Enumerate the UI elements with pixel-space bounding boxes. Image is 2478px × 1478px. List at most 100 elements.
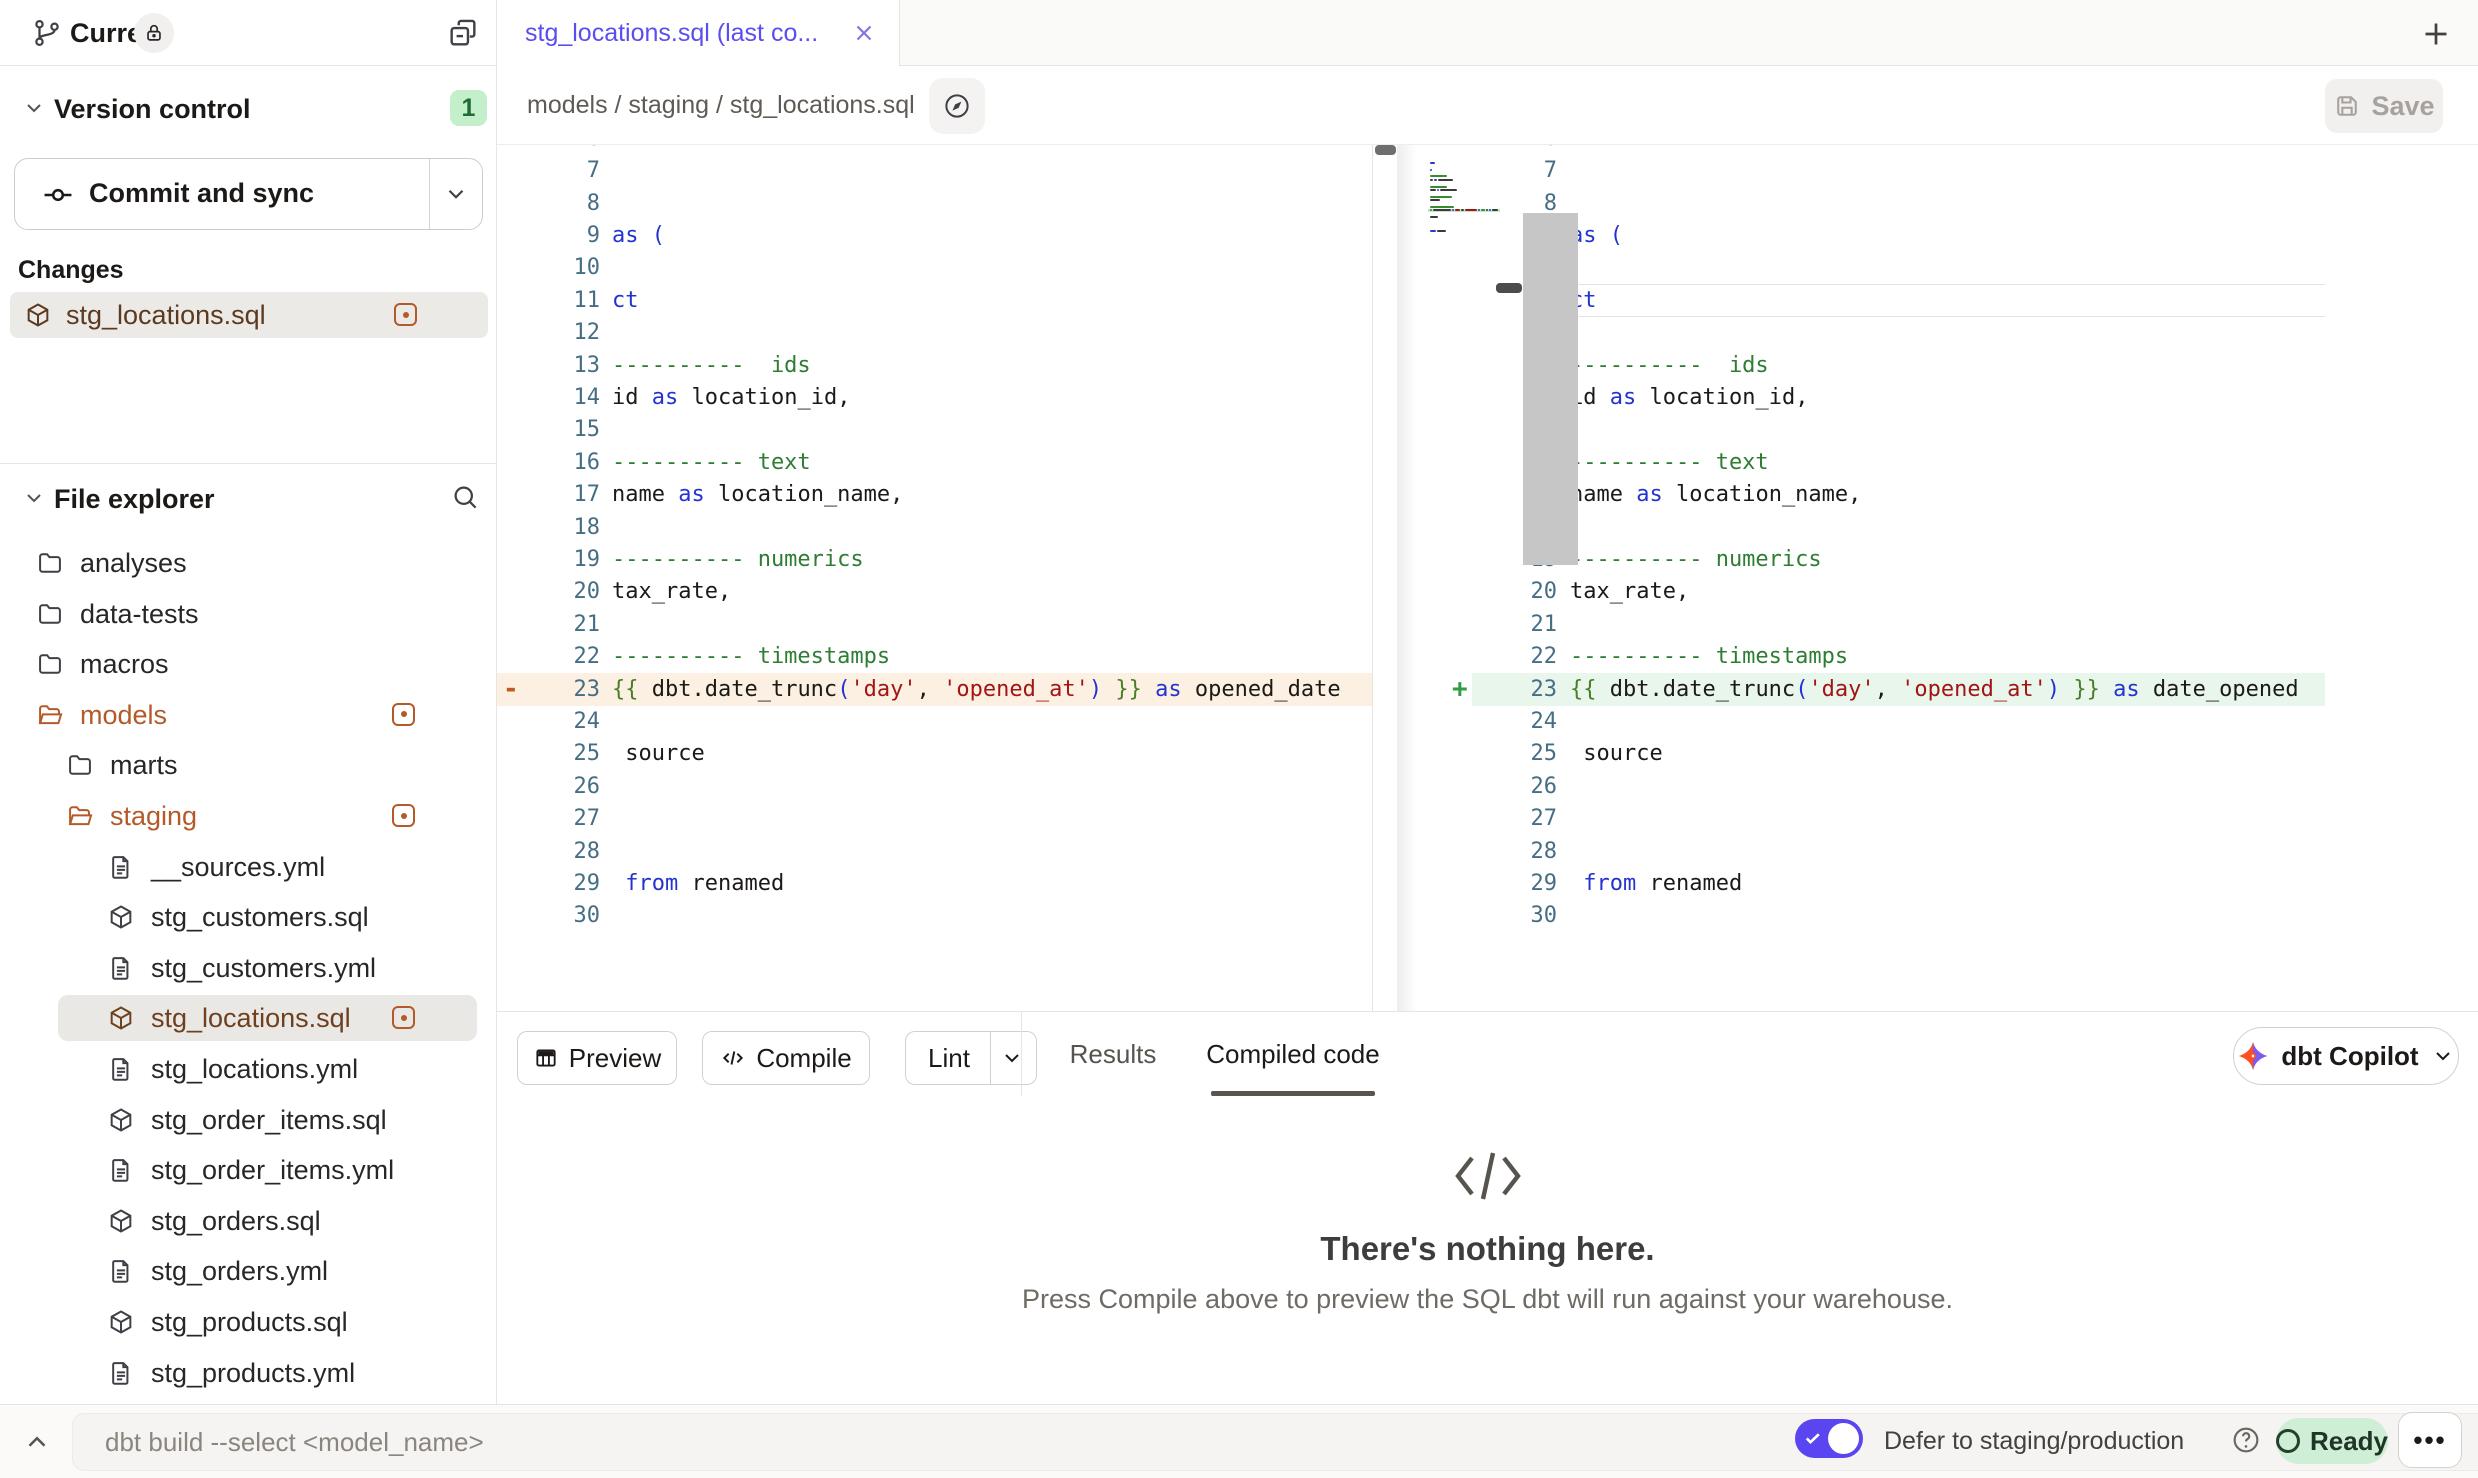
code-line-8[interactable]: 8 [497,187,1372,220]
file-explorer-item-stg_locations.sql[interactable]: stg_locations.sql [0,993,495,1043]
preview-button[interactable]: Preview [517,1031,677,1085]
code-line-26[interactable]: 26 [497,770,1372,803]
code-line-11[interactable]: 11ct [497,284,1372,317]
code-line-25[interactable]: 25 source [1397,737,2478,770]
file-explorer-item-stg_customers.sql[interactable]: stg_customers.sql [0,892,495,942]
copilot-button[interactable]: dbt Copilot [2233,1027,2459,1085]
code-line-21[interactable]: 21 [1397,608,2478,641]
line-number: 27 [1397,802,1557,835]
save-button[interactable]: Save [2325,79,2443,133]
folder-open-icon [66,802,94,830]
editor-minimap[interactable] [1428,151,1502,271]
changed-file-row[interactable]: stg_locations.sql [10,292,488,338]
code-line-24[interactable]: 24 [497,705,1372,738]
code-line-18[interactable]: 18 [497,511,1372,544]
empty-subtitle: Press Compile above to preview the SQL d… [497,1284,2478,1315]
code-line-28[interactable]: 28 [1397,835,2478,868]
file-explorer-item-data-tests[interactable]: data-tests [0,589,495,639]
code-line-22[interactable]: 22---------- timestamps [1397,640,2478,673]
editor-scrollbar-thumb[interactable] [1523,213,1578,565]
save-icon [2333,92,2361,120]
tab-compiled-code[interactable]: Compiled code [1206,1012,1379,1097]
code-line-30[interactable]: 30 [1397,899,2478,932]
code-line-27[interactable]: 27 [1397,802,2478,835]
chevron-up-icon[interactable] [22,1427,52,1457]
file-explorer-item-stg_orders.sql[interactable]: stg_orders.sql [0,1196,495,1246]
file-explorer-item-stg_locations.yml[interactable]: stg_locations.yml [0,1044,495,1094]
code-line-21[interactable]: 21 [497,608,1372,641]
defer-label: Defer to staging/production [1884,1404,2184,1478]
file-label: stg_order_items.yml [151,1145,394,1195]
code-line-22[interactable]: 22---------- timestamps [497,640,1372,673]
chevron-down-icon[interactable] [443,181,469,207]
diff-left-pane[interactable]: 6789as (1011ct1213---------- ids14id as … [497,145,1372,1011]
code-line-7[interactable]: 7 [1397,154,2478,187]
more-options-button[interactable]: ••• [2398,1412,2462,1468]
line-number: 30 [497,899,600,932]
code-line-25[interactable]: 25 source [497,737,1372,770]
tab-stg-locations[interactable]: stg_locations.sql (last co... [497,0,900,67]
left-scrollbar-thumb[interactable] [1375,145,1396,155]
code-line-23[interactable]: +23{{ dbt.date_trunc('day', 'opened_at')… [1397,673,2478,706]
chevron-down-icon[interactable] [22,486,46,510]
code-line-28[interactable]: 28 [497,835,1372,868]
defer-toggle[interactable] [1795,1419,1863,1458]
version-control-title[interactable]: Version control [54,94,251,125]
file-explorer-item-macros[interactable]: macros [0,639,495,689]
lint-dropdown-toggle[interactable] [990,1032,1034,1084]
code-line-16[interactable]: 16---------- text [497,446,1372,479]
file-explorer-item-stg_order_items.yml[interactable]: stg_order_items.yml [0,1145,495,1195]
lineage-button[interactable] [929,78,985,134]
code-line-15[interactable]: 15 [497,413,1372,446]
editor-toolbar: Preview Compile Lint Results Compiled co… [497,1011,2478,1096]
folder-icon [36,650,64,678]
file-explorer-item-analyses[interactable]: analyses [0,538,495,588]
file-explorer-item-stg_products.sql[interactable]: stg_products.sql [0,1297,495,1347]
code-line-26[interactable]: 26 [1397,770,2478,803]
help-icon[interactable] [2230,1424,2262,1456]
diff-editor[interactable]: 6789as (1011ct1213---------- ids14id as … [497,145,2478,1011]
file-explorer-item-models[interactable]: models [0,690,495,740]
code-line-9[interactable]: 9as ( [497,219,1372,252]
code-text: source [612,737,705,770]
code-line-12[interactable]: 12 [497,316,1372,349]
file-explorer-item-stg_orders.yml[interactable]: stg_orders.yml [0,1246,495,1296]
code-line-13[interactable]: 13---------- ids [497,349,1372,382]
lint-label[interactable]: Lint [908,1043,980,1074]
lint-button[interactable]: Lint [905,1031,1037,1085]
commit-sync-button[interactable]: Commit and sync [14,158,483,230]
code-text: name as location_name, [1570,478,1861,511]
code-line-19[interactable]: 19---------- numerics [497,543,1372,576]
file-explorer-item-marts[interactable]: marts [0,740,495,790]
code-line-29[interactable]: 29 from renamed [1397,867,2478,900]
tab-results[interactable]: Results [1070,1012,1157,1097]
code-line-27[interactable]: 27 [497,802,1372,835]
code-line-30[interactable]: 30 [497,899,1372,932]
code-line-14[interactable]: 14id as location_id, [497,381,1372,414]
code-line-17[interactable]: 17name as location_name, [497,478,1372,511]
code-line-20[interactable]: 20tax_rate, [497,575,1372,608]
code-line-7[interactable]: 7 [497,154,1372,187]
file-explorer-item-stg_customers.yml[interactable]: stg_customers.yml [0,943,495,993]
code-line-24[interactable]: 24 [1397,705,2478,738]
table-icon [533,1045,559,1071]
search-icon[interactable] [450,482,480,512]
close-icon[interactable] [851,20,877,46]
current-line-highlight [1563,284,2325,317]
chevron-down-icon[interactable] [22,96,46,120]
code-line-23[interactable]: -23{{ dbt.date_trunc('day', 'opened_at')… [497,673,1372,706]
copy-icon[interactable] [446,16,480,50]
code-line-29[interactable]: 29 from renamed [497,867,1372,900]
file-explorer-title[interactable]: File explorer [54,484,215,515]
new-tab-button[interactable] [2418,16,2454,52]
code-line-20[interactable]: 20tax_rate, [1397,575,2478,608]
command-input[interactable] [105,1414,1005,1470]
file-explorer-item-__sources.yml[interactable]: __sources.yml [0,842,495,892]
compile-button[interactable]: Compile [702,1031,870,1085]
preview-label: Preview [569,1043,661,1074]
file-explorer-item-stg_order_items.sql[interactable]: stg_order_items.sql [0,1095,495,1145]
code-line-10[interactable]: 10 [497,251,1372,284]
file-explorer-item-stg_products.yml[interactable]: stg_products.yml [0,1348,495,1398]
file-explorer-item-staging[interactable]: staging [0,791,495,841]
code-text: tax_rate, [1570,575,1689,608]
